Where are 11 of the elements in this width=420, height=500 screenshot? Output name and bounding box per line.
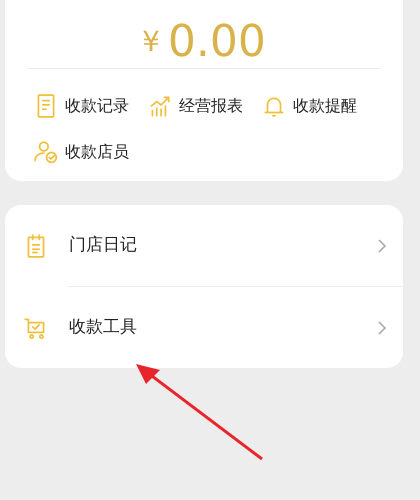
quick-action[interactable]: 经营报表 (147, 93, 261, 119)
quick-action[interactable]: 收款店员 (33, 139, 147, 165)
amount-text: 0.00 (168, 20, 266, 64)
chevron-right-icon (377, 238, 387, 254)
menu-item[interactable]: 门店日记 (5, 205, 403, 286)
menu-item[interactable]: 收款工具 (5, 287, 403, 368)
quick-action[interactable]: 收款提醒 (261, 93, 375, 119)
quick-action[interactable]: 收款记录 (33, 93, 147, 119)
person-check-icon (33, 139, 59, 165)
currency-symbol: ¥ (142, 28, 160, 56)
chevron-right-icon (377, 320, 387, 336)
